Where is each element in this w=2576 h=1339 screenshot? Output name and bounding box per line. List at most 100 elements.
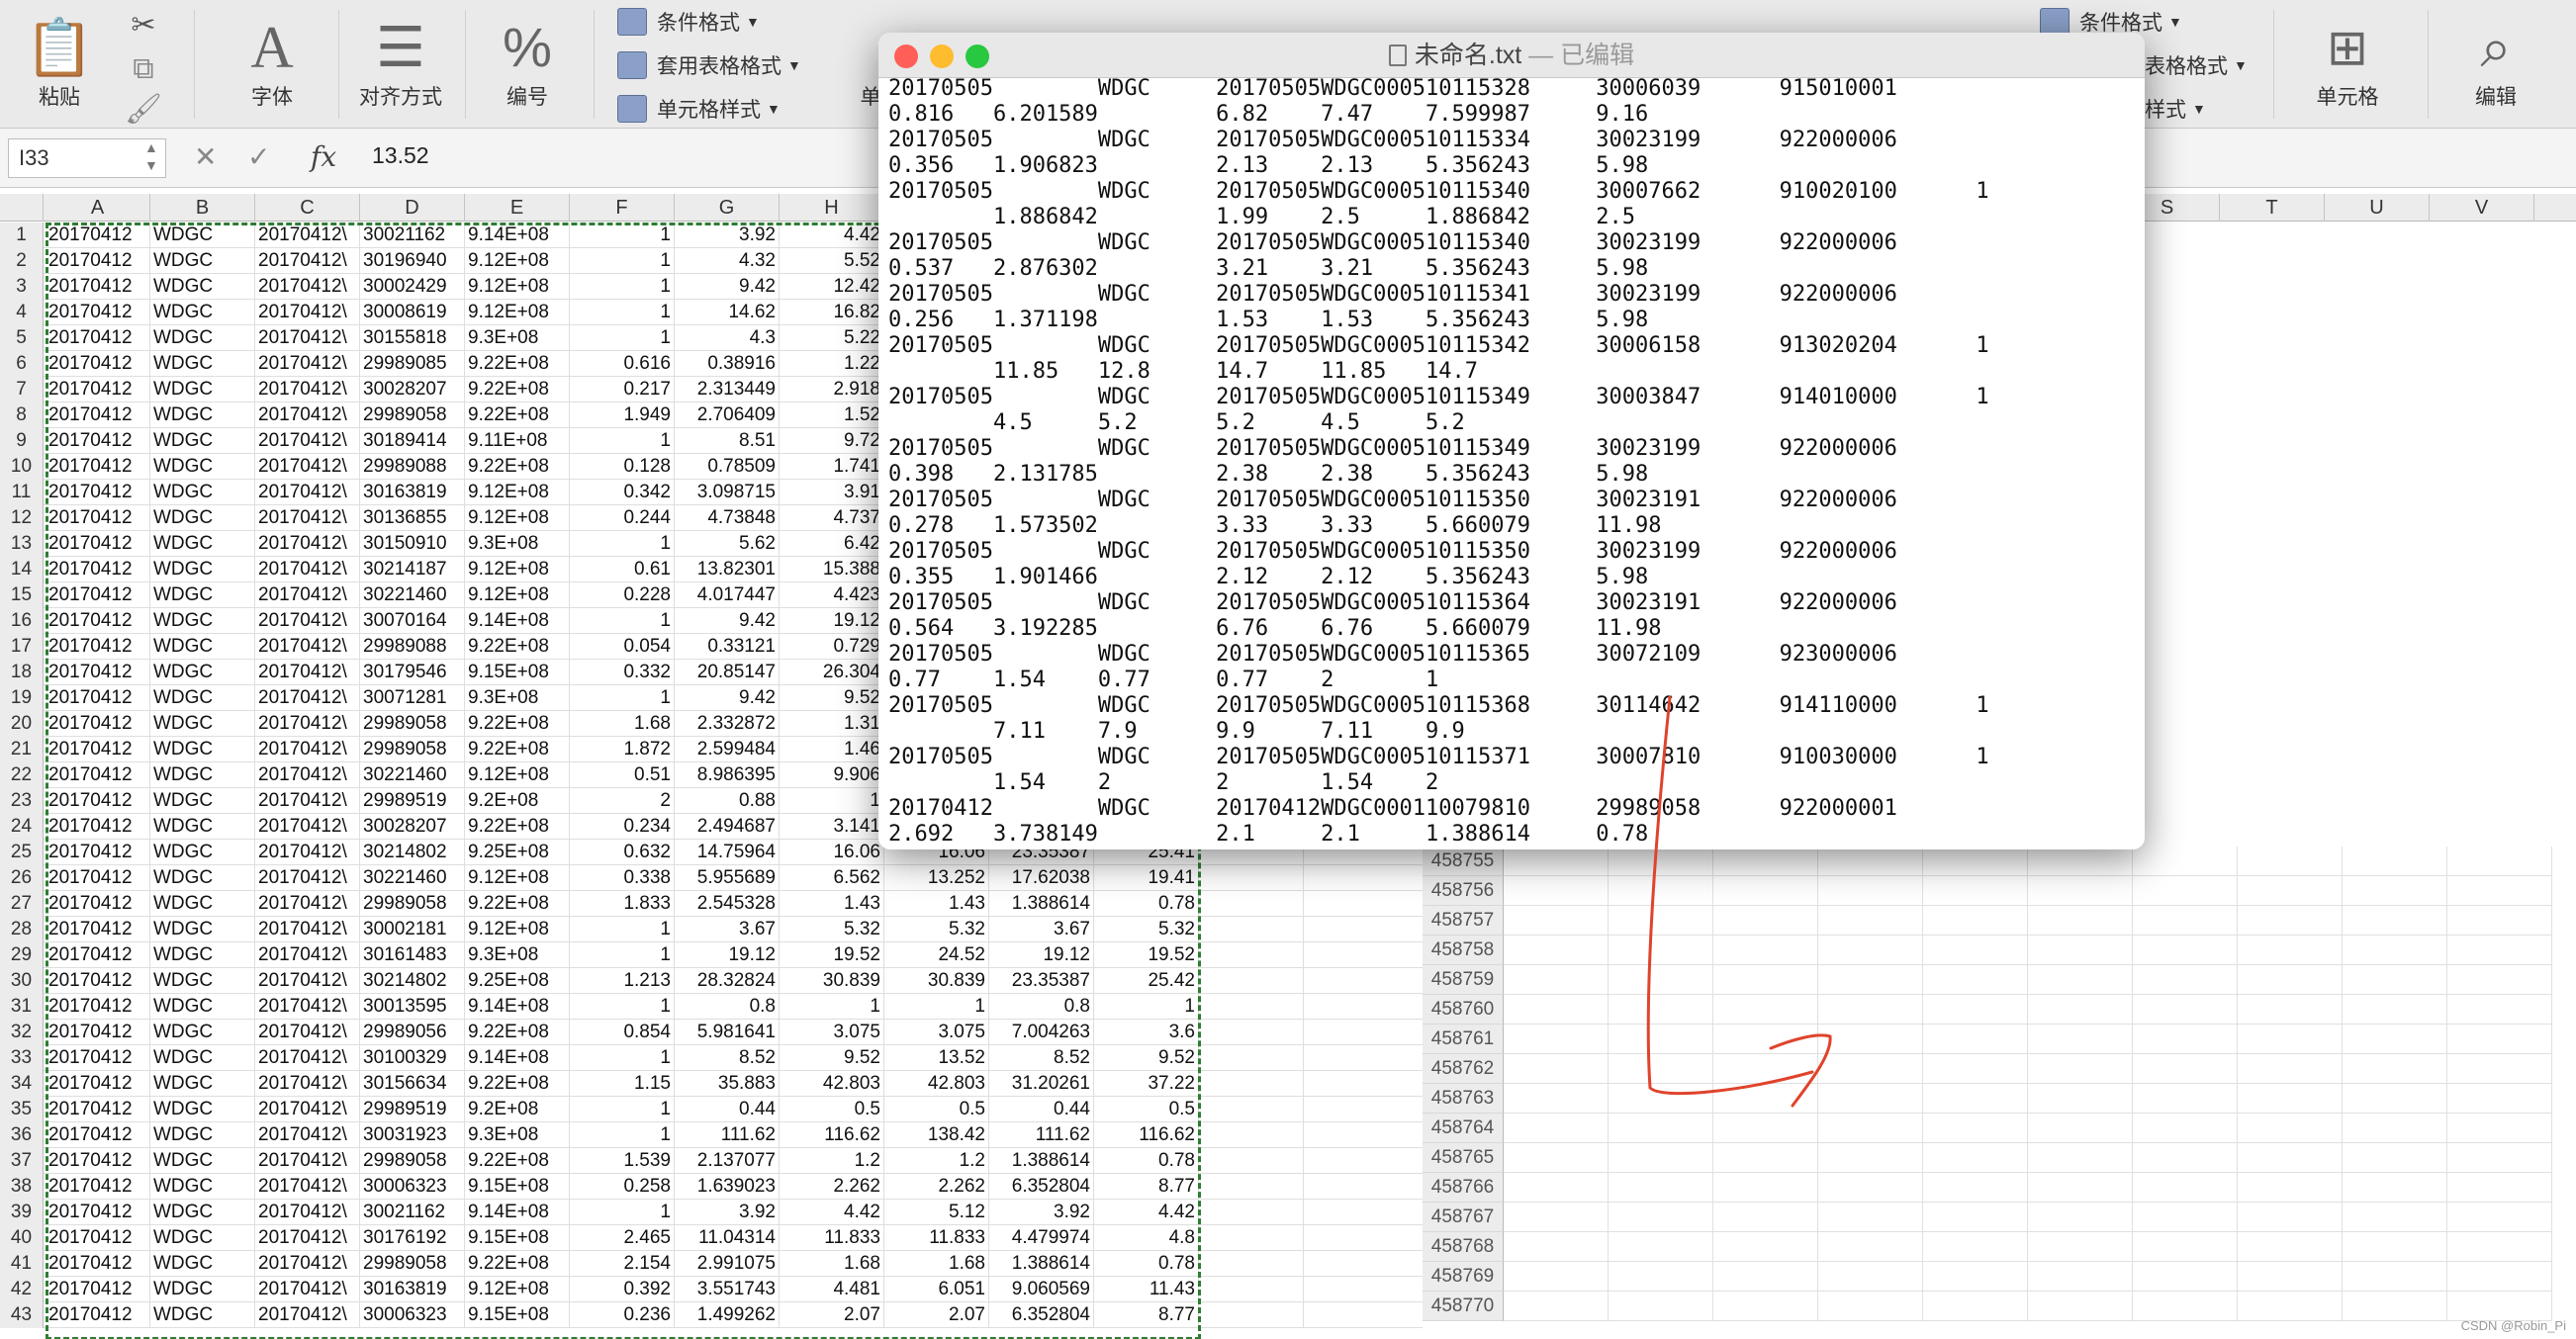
cell[interactable]: 24.52	[884, 942, 989, 968]
cell[interactable]: 30006323	[360, 1302, 465, 1328]
cell[interactable]: 9.25E+08	[465, 840, 570, 865]
cell[interactable]	[2447, 1054, 2552, 1084]
cell[interactable]	[2028, 965, 2133, 995]
row-number[interactable]: 11	[0, 480, 44, 505]
cell[interactable]: 20170412	[46, 917, 150, 942]
cell[interactable]	[1199, 1020, 1304, 1045]
cell[interactable]	[2133, 1203, 2238, 1232]
cell[interactable]: 5.12	[884, 1200, 989, 1225]
cell[interactable]	[1609, 936, 1713, 965]
cell[interactable]	[2238, 995, 2343, 1025]
cell[interactable]	[2238, 1025, 2343, 1054]
cell[interactable]	[1713, 1292, 1818, 1321]
select-all-corner[interactable]	[0, 194, 44, 222]
cell[interactable]: 0.338	[570, 865, 675, 891]
cell[interactable]: 11.04314	[675, 1225, 780, 1251]
cell[interactable]	[2343, 1025, 2447, 1054]
cell[interactable]: 20170412\	[255, 351, 360, 377]
cell[interactable]: WDGC	[150, 865, 255, 891]
row-number[interactable]: 29	[0, 942, 44, 968]
row-number[interactable]: 458769	[1423, 1262, 1504, 1292]
row-number[interactable]: 24	[0, 814, 44, 840]
cell[interactable]: 9.22E+08	[465, 1020, 570, 1045]
cell[interactable]: 1.639023	[675, 1174, 780, 1200]
cell[interactable]: 2.494687	[675, 814, 780, 840]
cell[interactable]	[1609, 1084, 1713, 1114]
cell[interactable]: 20170412\	[255, 1277, 360, 1302]
cell[interactable]: 29989058	[360, 1251, 465, 1277]
cell[interactable]: WDGC	[150, 557, 255, 582]
cell[interactable]: 20170412\	[255, 1251, 360, 1277]
cell[interactable]	[2238, 1262, 2343, 1292]
cell[interactable]: 1.2	[780, 1148, 884, 1174]
cell[interactable]: 2.07	[780, 1302, 884, 1328]
column-header-g[interactable]: G	[675, 194, 780, 222]
cell[interactable]: 9.22E+08	[465, 737, 570, 762]
cell[interactable]: 0.234	[570, 814, 675, 840]
cell[interactable]	[1818, 936, 1923, 965]
cell[interactable]: WDGC	[150, 608, 255, 634]
cell[interactable]: 30214187	[360, 557, 465, 582]
row-number[interactable]: 458764	[1423, 1114, 1504, 1143]
cell[interactable]: 1	[570, 917, 675, 942]
cell[interactable]: 0.616	[570, 351, 675, 377]
cell[interactable]	[1818, 876, 1923, 906]
confirm-icon[interactable]: ✓	[247, 140, 270, 173]
cell[interactable]	[1923, 1173, 2028, 1203]
cell[interactable]: 1	[570, 248, 675, 274]
cell[interactable]: 20170412\	[255, 1200, 360, 1225]
cell[interactable]: 4.3	[675, 325, 780, 351]
cell[interactable]	[1504, 1084, 1609, 1114]
cell[interactable]	[1609, 1173, 1713, 1203]
cell[interactable]: 19.12	[675, 942, 780, 968]
cell[interactable]	[1609, 1025, 1713, 1054]
cell[interactable]: 11.833	[884, 1225, 989, 1251]
cell[interactable]: 29989058	[360, 402, 465, 428]
cell[interactable]: WDGC	[150, 685, 255, 711]
cell[interactable]: 20170412	[46, 865, 150, 891]
cell[interactable]	[1713, 1232, 1818, 1262]
cell[interactable]: 9.12E+08	[465, 917, 570, 942]
cell[interactable]: 19.52	[780, 942, 884, 968]
cell[interactable]	[1923, 847, 2028, 876]
cell[interactable]	[2343, 965, 2447, 995]
cell[interactable]: 9.22E+08	[465, 1148, 570, 1174]
cell[interactable]: 1	[780, 788, 884, 814]
cell[interactable]	[2447, 1143, 2552, 1173]
cell[interactable]: 9.52	[780, 685, 884, 711]
cell[interactable]	[1609, 1143, 1713, 1173]
cell[interactable]	[2133, 1232, 2238, 1262]
cell[interactable]: 8.51	[675, 428, 780, 454]
cell[interactable]: 2.262	[884, 1174, 989, 1200]
cell[interactable]: 1	[570, 942, 675, 968]
cell[interactable]	[2133, 1114, 2238, 1143]
cell[interactable]: 20170412\	[255, 480, 360, 505]
cell[interactable]	[1504, 1054, 1609, 1084]
cell[interactable]: 20.85147	[675, 660, 780, 685]
cell[interactable]: 6.352804	[989, 1302, 1094, 1328]
cell[interactable]: 111.62	[675, 1122, 780, 1148]
cell[interactable]: WDGC	[150, 788, 255, 814]
row-number[interactable]: 3	[0, 274, 44, 300]
cell[interactable]: 9.22E+08	[465, 891, 570, 917]
cell[interactable]	[1199, 1148, 1304, 1174]
row-number[interactable]: 458760	[1423, 995, 1504, 1025]
cell[interactable]: 9.12E+08	[465, 865, 570, 891]
cell[interactable]: 9.42	[675, 608, 780, 634]
cell[interactable]: 4.73848	[675, 505, 780, 531]
cell[interactable]: 0.236	[570, 1302, 675, 1328]
cell[interactable]: 0.632	[570, 840, 675, 865]
row-number[interactable]: 13	[0, 531, 44, 557]
cell[interactable]	[2028, 876, 2133, 906]
cell[interactable]	[2238, 1292, 2343, 1321]
cell[interactable]	[1713, 936, 1818, 965]
cell[interactable]	[2133, 1025, 2238, 1054]
row-number[interactable]: 458763	[1423, 1084, 1504, 1114]
cell[interactable]: 5.955689	[675, 865, 780, 891]
cell[interactable]: 1	[570, 1122, 675, 1148]
cell[interactable]: 9.906	[780, 762, 884, 788]
cell[interactable]	[1199, 1071, 1304, 1097]
cell[interactable]	[2238, 1114, 2343, 1143]
cell[interactable]: WDGC	[150, 454, 255, 480]
cell[interactable]: 6.352804	[989, 1174, 1094, 1200]
